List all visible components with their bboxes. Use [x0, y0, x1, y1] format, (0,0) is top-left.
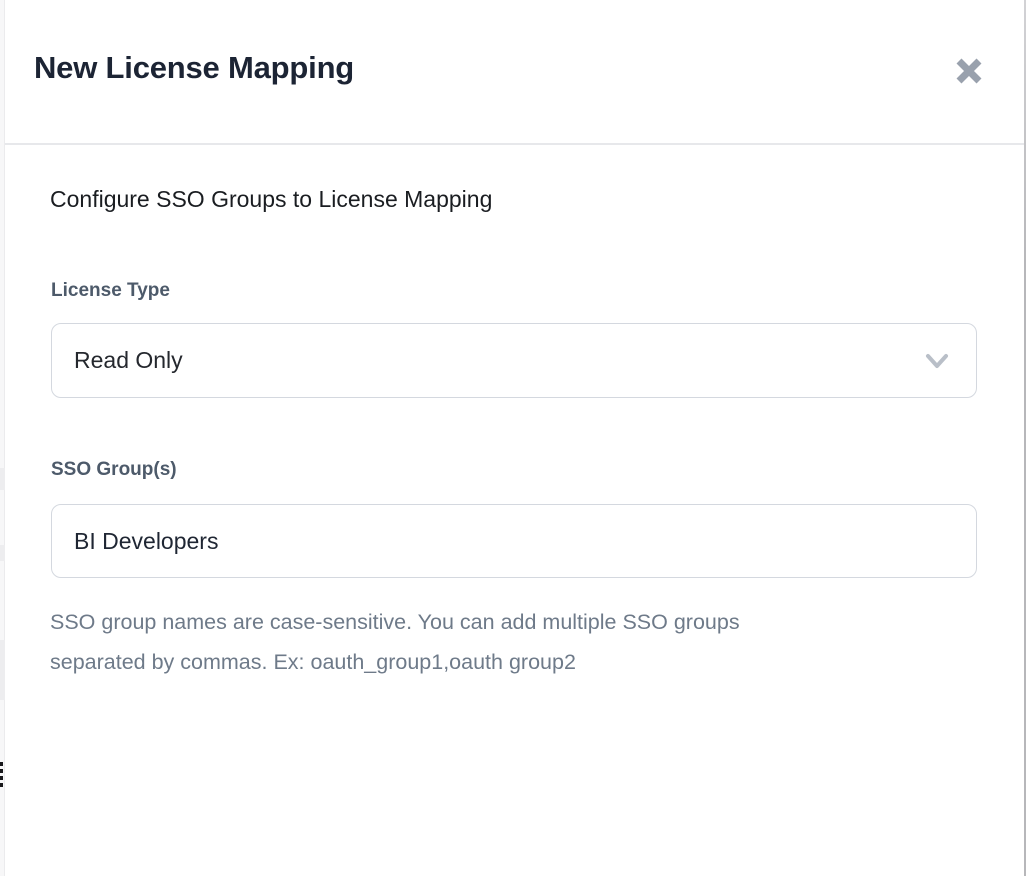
license-type-select[interactable]: Read Only	[51, 323, 977, 398]
close-button[interactable]	[949, 51, 989, 91]
scrollbar[interactable]	[1024, 0, 1026, 876]
close-icon	[953, 55, 985, 87]
license-type-selected-value: Read Only	[74, 347, 183, 374]
chevron-down-icon	[924, 348, 950, 374]
sso-groups-helper: SSO group names are case-sensitive. You …	[50, 602, 900, 682]
new-license-mapping-modal: New License Mapping Configure SSO Groups…	[5, 0, 1024, 876]
list-icon	[0, 762, 3, 792]
sso-groups-label: SSO Group(s)	[51, 459, 177, 481]
header-divider	[5, 143, 1024, 145]
page-root: New License Mapping Configure SSO Groups…	[0, 0, 1028, 876]
license-type-label: License Type	[51, 280, 170, 302]
modal-title: New License Mapping	[34, 50, 354, 86]
section-heading: Configure SSO Groups to License Mapping	[50, 186, 492, 213]
sso-groups-input[interactable]	[51, 504, 977, 578]
helper-line-2: separated by commas. Ex: oauth_group1,oa…	[50, 650, 576, 674]
helper-line-1: SSO group names are case-sensitive. You …	[50, 610, 740, 634]
